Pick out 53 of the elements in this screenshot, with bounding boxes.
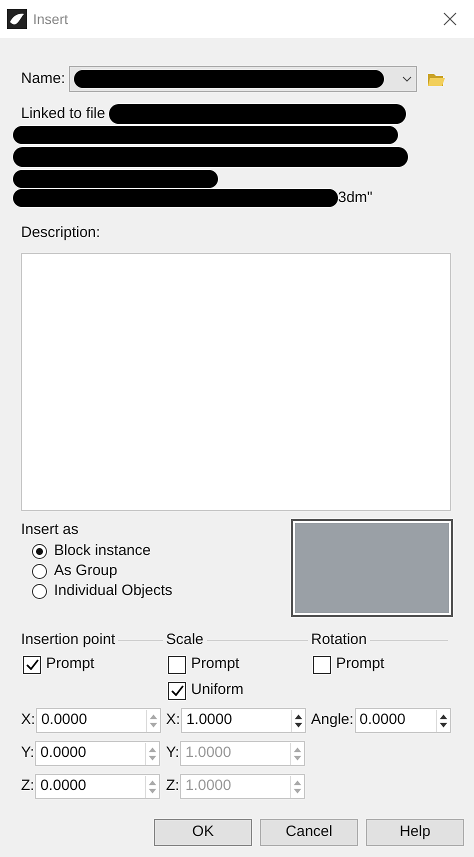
field-label: Z:	[166, 776, 180, 796]
checkbox[interactable]	[313, 656, 331, 674]
checkbox-label: Prompt	[191, 654, 240, 674]
spin-field[interactable]: 0.0000	[35, 774, 160, 799]
field-value: 0.0000	[39, 743, 88, 764]
app-logo-icon	[7, 9, 27, 29]
field-value: 1.0000	[184, 776, 232, 796]
checkbox[interactable]	[168, 682, 186, 700]
group-title: Rotation	[311, 630, 367, 650]
field-label: Z:	[21, 776, 34, 796]
insert-as-label: Insert as	[21, 520, 80, 540]
close-icon[interactable]	[443, 12, 457, 26]
field-value: 0.0000	[40, 710, 88, 730]
spin-field[interactable]: 0.0000	[36, 708, 162, 733]
radio-button[interactable]	[32, 584, 47, 599]
radio-label: Block instance	[54, 541, 151, 562]
checkbox-label: Prompt	[46, 654, 94, 674]
radio-button[interactable]	[32, 544, 47, 559]
field-value: 0.0000	[358, 710, 406, 730]
spin-field[interactable]: 0.0000	[354, 708, 451, 733]
radio-label: Individual Objects	[54, 581, 172, 602]
spin-field[interactable]: 0.0000	[35, 741, 160, 766]
dialog-button[interactable]: OK	[154, 819, 252, 846]
group-title: Insertion point	[21, 630, 116, 650]
dialog-button[interactable]: Cancel	[260, 819, 358, 846]
check-icon	[170, 685, 184, 696]
name-label: Name:	[21, 68, 66, 89]
spin-field[interactable]: 1.0000	[181, 708, 306, 733]
description-label: Description:	[21, 223, 102, 243]
name-dropdown[interactable]	[69, 66, 418, 92]
checkbox-label: Prompt	[336, 654, 384, 674]
spinner-arrows-icon[interactable]	[436, 710, 450, 732]
checkbox[interactable]	[168, 656, 186, 674]
field-value: 0.0000	[39, 776, 88, 796]
checkbox[interactable]	[23, 656, 41, 674]
field-label: Y:	[21, 743, 34, 764]
dialog-button[interactable]: Help	[366, 819, 464, 846]
linked-file-label: Linked to file	[21, 104, 106, 124]
linked-file-path: 3dm"	[338, 188, 373, 208]
field-value: 1.0000	[184, 743, 232, 764]
field-value: 1.0000	[185, 710, 234, 730]
field-label: Angle:	[311, 710, 354, 730]
check-icon	[26, 659, 38, 670]
group-title: Scale	[166, 630, 204, 650]
window-title: Insert	[33, 10, 68, 28]
field-label: X:	[166, 710, 180, 730]
description-field[interactable]	[21, 252, 451, 510]
checkbox-label: Uniform	[191, 680, 244, 700]
chevron-down-icon	[402, 76, 412, 82]
field-label: X:	[21, 710, 36, 730]
field-label: Y:	[166, 743, 180, 764]
radio-label: As Group	[54, 561, 118, 582]
radio-button[interactable]	[32, 564, 47, 579]
